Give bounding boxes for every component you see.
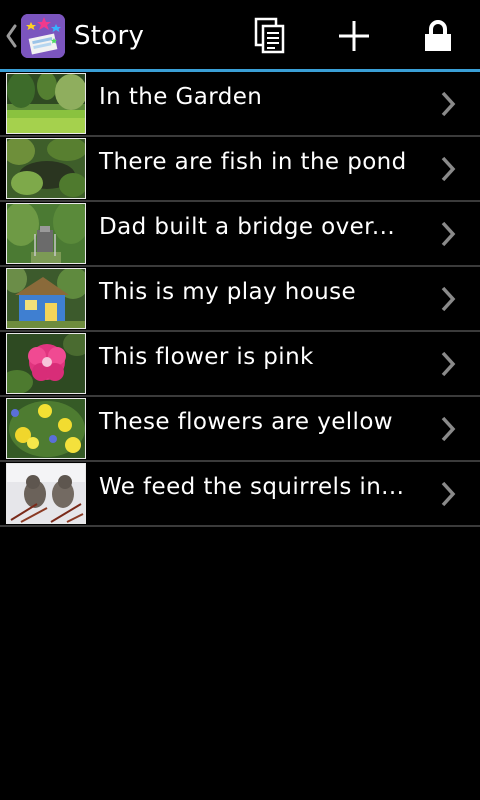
pages-button[interactable] [242, 10, 298, 62]
list-item-label: In the Garden [99, 84, 263, 110]
list-item-label: Dad built a bridge over... [99, 214, 396, 240]
page-list: In the Garden There are fish in the pond [0, 72, 480, 527]
thumbnail-pond [6, 138, 86, 199]
thumbnail-squirrels [6, 463, 86, 524]
list-item[interactable]: This flower is pink [0, 332, 480, 397]
chevron-right-icon [441, 156, 456, 182]
list-item-label: We feed the squirrels in... [99, 474, 405, 500]
list-item[interactable]: There are fish in the pond [0, 137, 480, 202]
thumbnail-bridge [6, 203, 86, 264]
thumbnail-garden-lawn [6, 73, 86, 134]
app-icon[interactable] [21, 14, 65, 58]
chevron-right-icon [441, 91, 456, 117]
thumbnail-yellow-flowers [6, 398, 86, 459]
chevron-right-icon [441, 286, 456, 312]
thumbnail-play-house [6, 268, 86, 329]
list-item-label: There are fish in the pond [99, 149, 407, 175]
up-caret-icon[interactable] [4, 22, 18, 50]
list-item[interactable]: Dad built a bridge over... [0, 202, 480, 267]
chevron-right-icon [441, 481, 456, 507]
chevron-right-icon [441, 416, 456, 442]
list-item[interactable]: We feed the squirrels in... [0, 462, 480, 527]
app-title: Story [74, 21, 145, 51]
chevron-right-icon [441, 351, 456, 377]
list-item[interactable]: These flowers are yellow [0, 397, 480, 462]
list-item-label: This is my play house [99, 279, 357, 305]
lock-button[interactable] [410, 10, 466, 62]
chevron-right-icon [441, 221, 456, 247]
list-item-label: These flowers are yellow [99, 409, 394, 435]
list-item-label: This flower is pink [99, 344, 314, 370]
add-icon [339, 21, 369, 51]
add-button[interactable] [326, 10, 382, 62]
thumbnail-pink-flower [6, 333, 86, 394]
action-bar: Story [0, 0, 480, 69]
list-item[interactable]: In the Garden [0, 72, 480, 137]
pages-icon [254, 17, 285, 54]
list-item[interactable]: This is my play house [0, 267, 480, 332]
lock-icon [425, 20, 451, 51]
